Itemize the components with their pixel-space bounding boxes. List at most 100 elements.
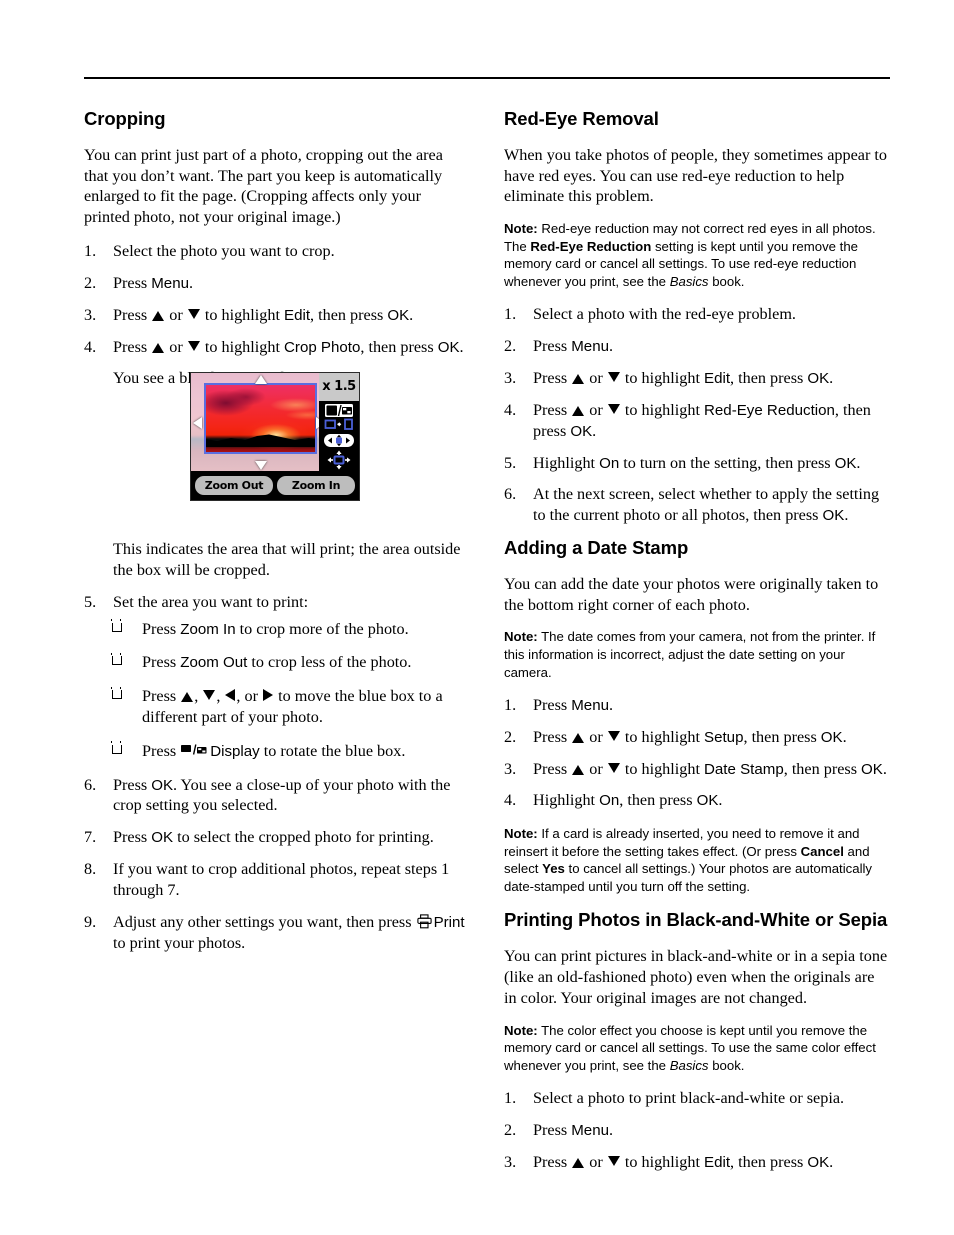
cropping-continuation-2: This indicates the area that will print;… [113, 540, 461, 579]
step-text-end: . [829, 369, 834, 388]
section-title-red-eye-removal: Red-Eye Removal [504, 108, 659, 129]
step-number: 3. [504, 1153, 517, 1172]
bw-sepia-steps-list: 1. Select a photo to print black-and-whi… [504, 1088, 890, 1172]
step-number: 8. [84, 860, 97, 879]
arrow-right-icon [263, 689, 274, 702]
list-item: 2. Press or to highlight Setup, then pre… [504, 727, 890, 748]
key-name: OK [696, 792, 719, 810]
list-item: 5. Highlight On to turn on the setting, … [504, 453, 890, 474]
key-name: Red-Eye Reduction [704, 401, 835, 419]
step-number: 1. [504, 305, 517, 324]
list-item: 1. Select the photo you want to crop. [84, 241, 470, 262]
note-emphasis: Yes [542, 861, 565, 877]
step-text: Select a photo to print black-and-white … [533, 1089, 845, 1108]
bullet-text-end: to rotate the blue box. [259, 741, 406, 760]
checkbox-bullet-icon [111, 741, 122, 754]
key-name: Edit [704, 1154, 731, 1172]
step-text-end: . [882, 759, 887, 778]
list-item: 1. Select a photo with the red-eye probl… [504, 304, 890, 325]
step-text-end: . [459, 337, 464, 356]
key-name: OK [151, 776, 174, 794]
key-name: On [599, 454, 620, 472]
bullet-text: Press [142, 741, 181, 760]
crop-selection-box[interactable] [204, 383, 317, 454]
step-number: 4. [504, 791, 517, 810]
step-text: Adjust any other settings you want, then… [113, 912, 416, 931]
bullet-text: Press [142, 653, 181, 672]
step-text: to highlight [620, 369, 705, 388]
zoom-out-button[interactable]: Zoom Out [195, 476, 273, 495]
note-label: Note: [504, 1022, 538, 1038]
list-item: 1. Select a photo to print black-and-whi… [504, 1088, 890, 1109]
step-text: or [585, 400, 607, 419]
sep: , [194, 687, 203, 706]
key-name: OK [387, 306, 410, 324]
cropping-steps-tail-list: 6. Press OK. You see a close-up of your … [84, 775, 470, 954]
list-item: 7. Press OK to select the cropped photo … [84, 827, 470, 848]
step-text: or [585, 727, 607, 746]
step-text: Press [113, 273, 152, 292]
step-text: , then press [743, 727, 821, 746]
key-name: OK [807, 370, 830, 388]
key-name: OK [151, 829, 174, 847]
step-number: 2. [504, 1121, 517, 1140]
key-name: Zoom In [180, 620, 236, 638]
note-text: book. [708, 273, 745, 289]
step-text: Press [113, 305, 152, 324]
display-button-icon [181, 741, 207, 755]
step-text: Press [533, 1121, 572, 1140]
step-text-end: . [609, 696, 614, 715]
display-toggle-icon [325, 404, 353, 417]
key-name: Date Stamp [704, 760, 784, 778]
list-item: 3. Press or to highlight Date Stamp, the… [504, 759, 890, 780]
arrow-up-icon [572, 374, 585, 385]
checkbox-bullet-icon [111, 652, 122, 666]
lcd-screen: x 1.5 [191, 373, 359, 473]
arrow-up-icon [572, 764, 585, 775]
arrow-down-icon [187, 340, 200, 351]
arrow-down-icon [607, 372, 620, 383]
header-rule [84, 77, 890, 79]
key-name: Edit [284, 306, 311, 324]
list-item: Press , , , or to move the blue box to a… [111, 686, 470, 728]
list-item: 4. Highlight On, then press OK. [504, 790, 890, 811]
step-number: 5. [504, 453, 517, 472]
step-text-end: to select the cropped photo for printing… [173, 828, 434, 847]
step-text: Highlight [533, 791, 600, 810]
arrow-down-icon [203, 690, 216, 701]
step-text: , then press [310, 305, 388, 324]
step-text-end: . [609, 1121, 614, 1140]
key-name: Menu [151, 274, 189, 292]
key-name: Menu [571, 338, 609, 356]
checkbox-bullet-icon [111, 686, 122, 700]
list-item: Press Display to rotate the blue box. [111, 741, 470, 762]
step-number: 3. [504, 369, 517, 388]
step-text-end: . [844, 506, 849, 525]
bullet-text-end: to crop more of the photo. [235, 619, 409, 638]
step-number: 9. [84, 912, 97, 931]
arrow-up-icon [152, 342, 165, 353]
date-stamp-intro: You can add the date your photos were or… [504, 574, 879, 614]
step-text: Press [533, 337, 572, 356]
list-item: 3. Press or to highlight Edit, then pres… [504, 1152, 890, 1173]
step-text-end: . [856, 453, 861, 472]
step-text-end: . [409, 305, 414, 324]
key-name: Menu [571, 697, 609, 715]
list-item: 2. Press Menu. [504, 1120, 890, 1141]
step-number: 5. [84, 592, 97, 611]
step-number: 6. [504, 485, 517, 504]
step-text: to highlight [620, 759, 705, 778]
step-text: Highlight [533, 453, 600, 472]
step-text-end: . [609, 337, 614, 356]
step-text: Press [533, 400, 572, 419]
nav-up-arrow-icon[interactable] [255, 375, 267, 384]
step-text-end: to print your photos. [113, 933, 246, 952]
photo-thumbnail [206, 385, 315, 452]
zoom-in-button[interactable]: Zoom In [277, 476, 355, 495]
nav-down-arrow-icon[interactable] [255, 461, 267, 470]
list-item: 1. Press Menu. [504, 695, 890, 716]
list-item: Press Zoom In to crop more of the photo. [111, 619, 470, 640]
page-title-cropping: Cropping [84, 108, 166, 129]
nav-left-arrow-icon[interactable] [193, 417, 202, 429]
list-item: 2. Press Menu. [504, 336, 890, 357]
